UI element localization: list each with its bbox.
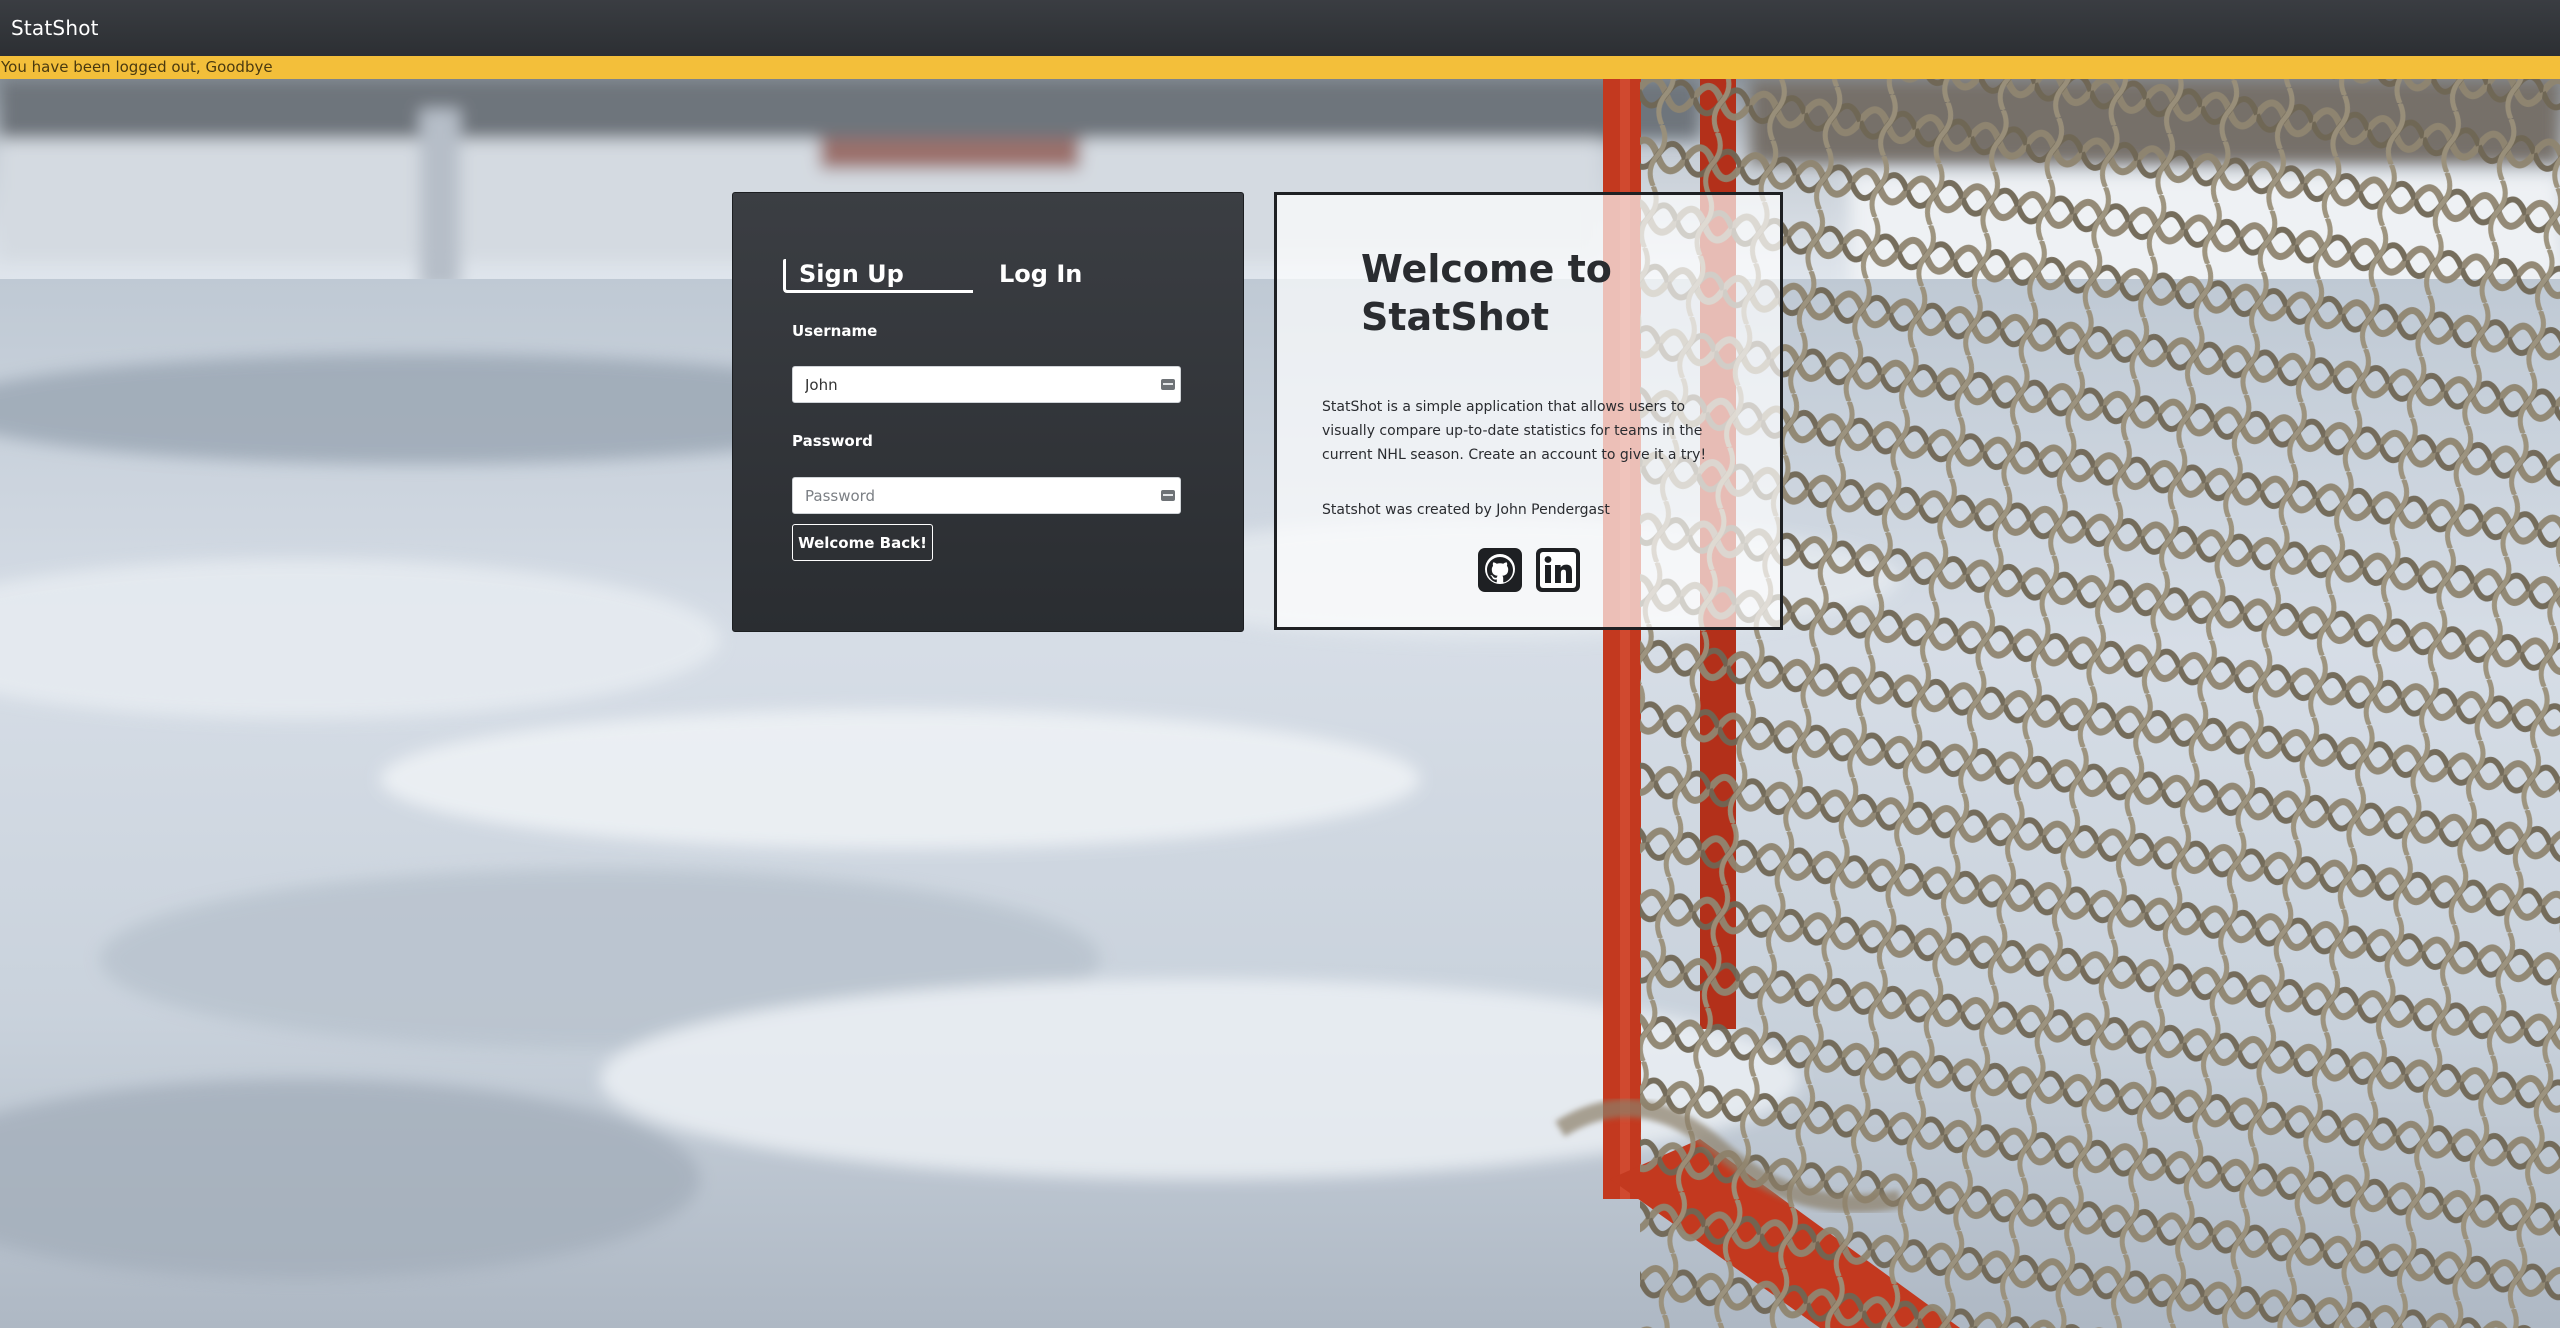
creator-credit: Statshot was created by John Pendergast (1322, 502, 1610, 518)
top-navbar: StatShot (0, 0, 2560, 56)
password-label: Password (792, 432, 873, 450)
welcome-back-button[interactable]: Welcome Back! (792, 524, 933, 561)
tab-sign-up[interactable]: Sign Up (783, 259, 973, 293)
auth-card: Sign Up Log In Username Password Welcome… (732, 192, 1244, 632)
autofill-key-icon[interactable] (1161, 490, 1175, 501)
flash-message: You have been logged out, Goodbye (1, 58, 273, 76)
github-link[interactable] (1478, 548, 1522, 592)
welcome-title: Welcome to StatShot (1361, 247, 1612, 339)
github-icon (1478, 548, 1522, 592)
autofill-key-icon[interactable] (1161, 379, 1175, 390)
brand-logo-link[interactable]: StatShot (11, 16, 99, 40)
linkedin-link[interactable] (1536, 548, 1580, 592)
welcome-card: Welcome to StatShot StatShot is a simple… (1274, 192, 1783, 630)
username-field[interactable] (792, 366, 1181, 403)
username-label: Username (792, 322, 878, 340)
tab-log-in[interactable]: Log In (999, 259, 1082, 289)
flash-banner: You have been logged out, Goodbye (0, 56, 2560, 79)
password-field[interactable] (792, 477, 1181, 514)
linkedin-icon (1536, 548, 1580, 592)
welcome-description: StatShot is a simple application that al… (1322, 399, 1707, 463)
